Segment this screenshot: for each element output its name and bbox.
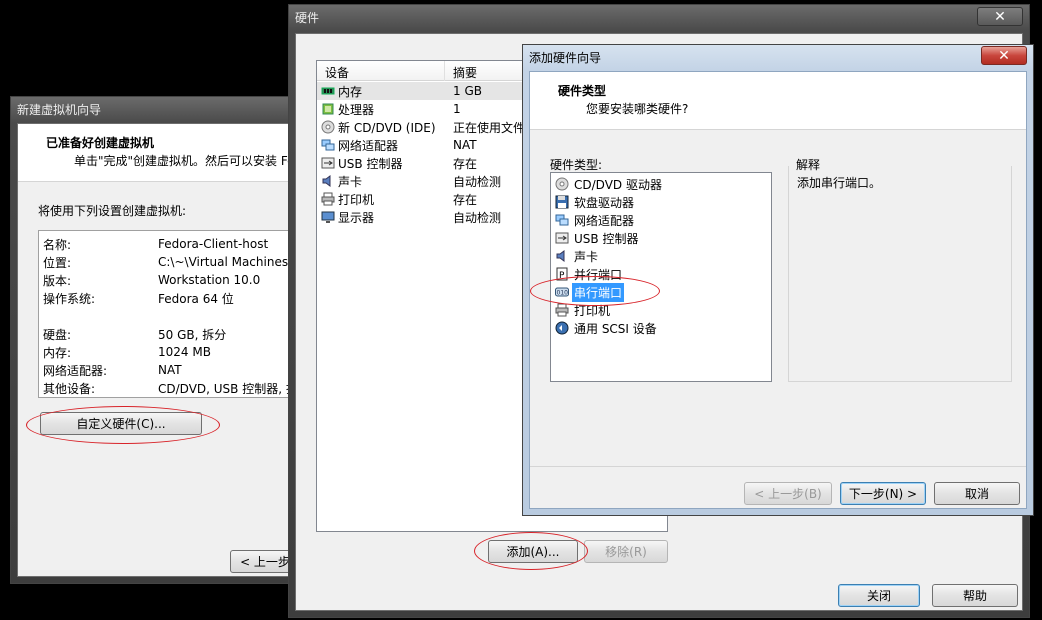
- summary-key: 名称:: [43, 237, 72, 252]
- summary-value: CD/DVD, USB 控制器, 打: [158, 381, 292, 396]
- window-title: 新建虚拟机向导: [17, 103, 102, 117]
- hardware-type-label-text: 网络适配器: [574, 213, 635, 228]
- cd-icon: [321, 120, 335, 134]
- summary-key: 其他设备:: [43, 381, 96, 396]
- hardware-type-item[interactable]: 声卡: [551, 247, 771, 265]
- explain-box: 添加串行端口。: [788, 166, 1012, 382]
- device-name: 新 CD/DVD (IDE): [338, 120, 436, 135]
- hardware-type-item[interactable]: CD/DVD 驱动器: [551, 175, 771, 193]
- summary-box: 名称: Fedora-Client-host 位置: C:\~\Virtual Mac…: [38, 230, 292, 398]
- device-name: 声卡: [338, 174, 363, 189]
- new-vm-wizard-window: 新建虚拟机向导 已准备好创建虚拟机 单击"完成"创建虚拟机。然后可以安装 Fe …: [10, 96, 300, 584]
- device-name-cell: 网络适配器: [321, 137, 443, 154]
- hardware-type-item[interactable]: 通用 SCSI 设备: [551, 319, 771, 337]
- wizard-header-title: 已准备好创建虚拟机: [46, 136, 155, 150]
- memory-icon: [321, 84, 335, 98]
- summary-row: 网络适配器: NAT: [39, 361, 292, 379]
- footer-divider: [530, 466, 1026, 467]
- summary-value: 1024 MB: [158, 345, 211, 359]
- column-device-header[interactable]: 设备: [325, 64, 349, 81]
- close-icon[interactable]: ✕: [981, 46, 1027, 65]
- summary-row: 硬盘: 50 GB, 拆分: [39, 325, 292, 343]
- hardware-type-label-text: 通用 SCSI 设备: [574, 321, 657, 336]
- column-divider: [444, 61, 445, 81]
- display-icon: [321, 210, 335, 224]
- hardware-type-label-text: USB 控制器: [574, 231, 639, 246]
- device-name: 处理器: [338, 102, 375, 117]
- highlight-oval-serial-port: [530, 276, 660, 306]
- wizard-header-title: 硬件类型: [558, 84, 607, 98]
- summary-key: 版本:: [43, 273, 72, 288]
- printer-icon: [321, 192, 335, 206]
- highlight-oval-add: [474, 532, 588, 570]
- network-icon: [555, 213, 569, 227]
- summary-value: 50 GB, 拆分: [158, 327, 227, 342]
- hardware-type-label-text: 声卡: [574, 249, 599, 264]
- column-summary-header[interactable]: 摘要: [453, 64, 477, 81]
- summary-intro: 将使用下列设置创建虚拟机:: [38, 204, 187, 218]
- explain-text: 添加串行端口。: [797, 176, 882, 190]
- device-name: 打印机: [338, 192, 375, 207]
- summary-value: C:\~\Virtual Machines\Fe: [158, 255, 292, 269]
- window-client: 已准备好创建虚拟机 单击"完成"创建虚拟机。然后可以安装 Fe 将使用下列设置创…: [17, 123, 300, 577]
- next-button[interactable]: 下一步(N) >: [840, 482, 926, 505]
- window-title: 添加硬件向导: [529, 51, 602, 65]
- summary-key: 操作系统:: [43, 291, 96, 306]
- cd-icon: [555, 177, 569, 191]
- wizard-header-subtitle: 单击"完成"创建虚拟机。然后可以安装 Fe: [74, 154, 295, 168]
- wizard-header: 硬件类型 您要安装哪类硬件?: [530, 72, 1026, 130]
- close-button[interactable]: 关闭: [838, 584, 920, 607]
- help-button[interactable]: 帮助: [932, 584, 1018, 607]
- summary-key: 位置:: [43, 255, 72, 270]
- device-name-cell: 打印机: [321, 191, 443, 208]
- device-name-cell: 处理器: [321, 101, 443, 118]
- cancel-button[interactable]: 取消: [934, 482, 1020, 505]
- usb-icon: [321, 156, 335, 170]
- remove-button[interactable]: 移除(R): [584, 540, 668, 563]
- wizard-header: 已准备好创建虚拟机 单击"完成"创建虚拟机。然后可以安装 Fe: [18, 124, 295, 182]
- hardware-type-item[interactable]: 网络适配器: [551, 211, 771, 229]
- summary-key: 硬盘:: [43, 327, 72, 342]
- device-name: 网络适配器: [338, 138, 399, 153]
- hardware-type-label: 硬件类型:: [550, 158, 603, 172]
- summary-row: 内存: 1024 MB: [39, 343, 292, 361]
- hardware-type-label-text: CD/DVD 驱动器: [574, 177, 662, 192]
- sound-icon: [321, 174, 335, 188]
- device-name-cell: 新 CD/DVD (IDE): [321, 119, 443, 136]
- scsi-icon: [555, 321, 569, 335]
- summary-value: Fedora 64 位: [158, 291, 234, 306]
- summary-row: 其他设备: CD/DVD, USB 控制器, 打: [39, 379, 292, 397]
- printer-icon: [555, 303, 569, 317]
- summary-value: Fedora-Client-host: [158, 237, 269, 251]
- device-name-cell: 内存: [321, 83, 443, 100]
- device-name: 显示器: [338, 210, 375, 225]
- hardware-type-label-text: 软盘驱动器: [574, 195, 635, 210]
- summary-value: NAT: [158, 363, 182, 377]
- close-icon[interactable]: ✕: [977, 7, 1023, 26]
- floppy-icon: [555, 195, 569, 209]
- cpu-icon: [321, 102, 335, 116]
- hardware-type-item[interactable]: 软盘驱动器: [551, 193, 771, 211]
- device-name: USB 控制器: [338, 156, 403, 171]
- summary-row: 位置: C:\~\Virtual Machines\Fe: [39, 253, 292, 271]
- highlight-oval-customize: [26, 406, 220, 444]
- summary-key: 内存:: [43, 345, 72, 360]
- back-button[interactable]: < 上一步(B): [744, 482, 832, 505]
- wizard-header-subtitle: 您要安装哪类硬件?: [586, 102, 689, 116]
- device-name: 内存: [338, 84, 363, 99]
- summary-key: 网络适配器:: [43, 363, 108, 378]
- summary-row: 操作系统: Fedora 64 位: [39, 289, 292, 307]
- device-name-cell: 显示器: [321, 209, 443, 226]
- sound-icon: [555, 249, 569, 263]
- window-title: 硬件: [295, 11, 320, 25]
- usb-icon: [555, 231, 569, 245]
- network-icon: [321, 138, 335, 152]
- hardware-type-item[interactable]: USB 控制器: [551, 229, 771, 247]
- device-name-cell: USB 控制器: [321, 155, 443, 172]
- summary-row: 版本: Workstation 10.0: [39, 271, 292, 289]
- device-name-cell: 声卡: [321, 173, 443, 190]
- summary-row: [39, 307, 292, 325]
- summary-row: 名称: Fedora-Client-host: [39, 235, 292, 253]
- summary-value: Workstation 10.0: [158, 273, 261, 287]
